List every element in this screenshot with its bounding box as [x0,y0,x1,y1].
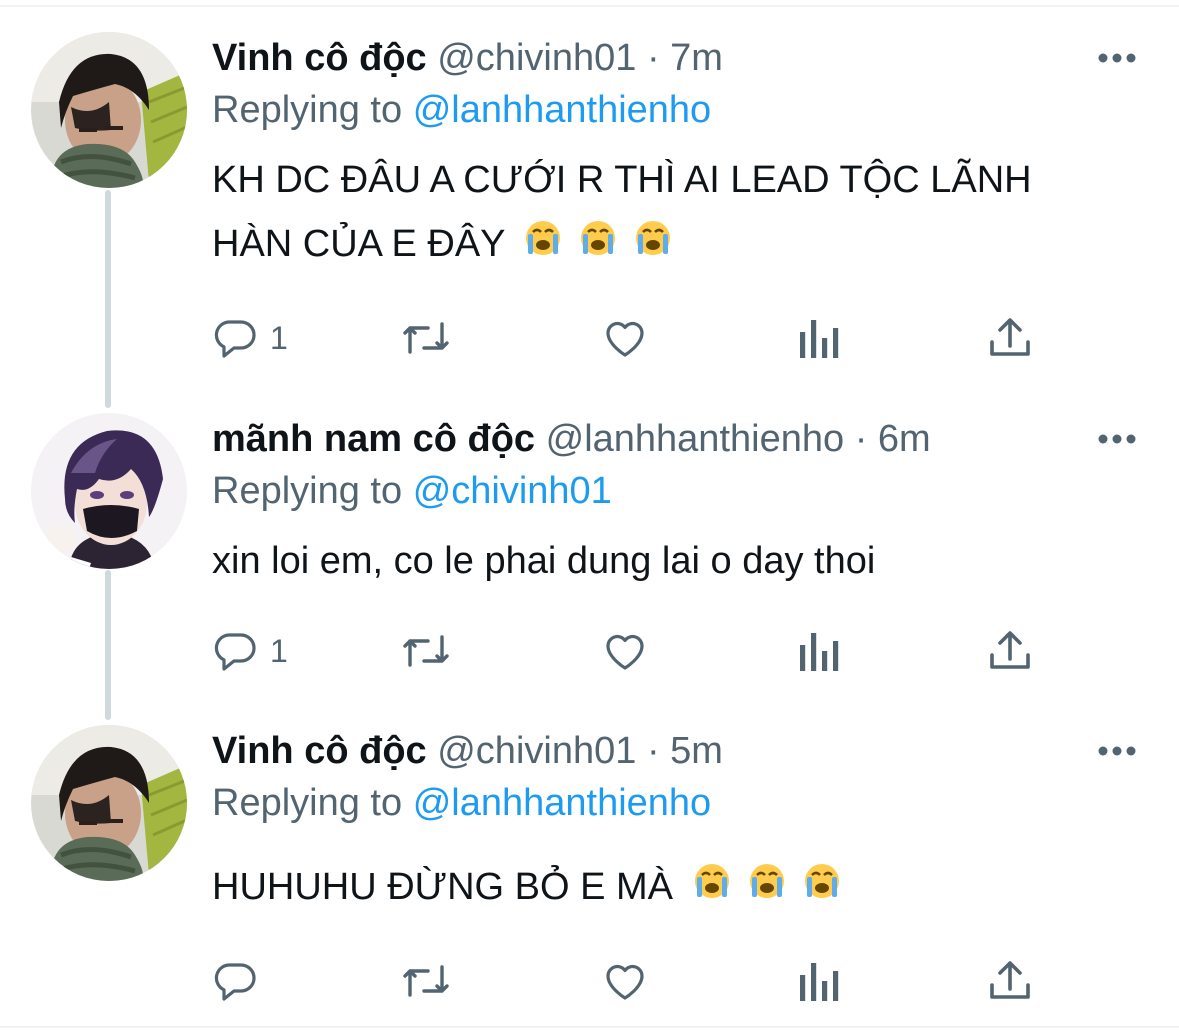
retweet-icon [403,635,449,667]
tweet-text-line: HÀN CỦA E ĐÂY [212,223,505,265]
retweet-icon [403,965,449,997]
avatar[interactable] [31,413,187,569]
share-icon [990,318,1030,356]
replying-prefix: Replying to [212,89,403,131]
analytics-icon [800,633,839,671]
heart-icon [606,964,644,1000]
share-icon [990,631,1030,669]
mention-link[interactable]: @lanhhanthienho [413,782,712,824]
like-button[interactable] [600,955,650,1007]
bottom-divider [0,1026,1179,1028]
separator-dot: · [854,418,868,460]
reply-count: 1 [270,319,288,356]
heart-icon [606,321,644,357]
top-divider [0,5,1179,7]
tweet[interactable]: mãnh nam cô độc @lanhhanthienho · 6m Rep… [0,413,1179,703]
share-button[interactable] [988,955,1032,1007]
loudly-crying-face-icon [523,214,673,278]
reply-icon [214,320,256,358]
tweet[interactable]: Vinh cô độc @chivinh01 · 5m Replying to … [0,725,1179,1015]
tweet[interactable]: Vinh cô độc @chivinh01 · 7m Replying to … [0,32,1179,402]
tweet-text: HUHUHU ĐỪNG BỎ E MÀ [212,855,842,921]
separator-dot: · [646,37,660,79]
replying-prefix: Replying to [212,470,403,512]
reply-button[interactable]: 1 [212,312,288,364]
tweet-actions: 1 [212,312,1052,364]
analytics-button[interactable] [798,625,840,677]
analytics-icon [800,963,839,1001]
reply-count: 1 [270,632,288,669]
more-icon[interactable] [1091,32,1143,84]
replying-to: Replying to @chivinh01 [212,465,612,517]
timestamp[interactable]: 7m [670,37,723,79]
replying-to: Replying to @lanhhanthienho [212,84,711,136]
share-button[interactable] [988,312,1032,364]
analytics-button[interactable] [798,312,840,364]
retweet-icon [403,322,449,354]
tweet-text-line: HUHUHU ĐỪNG BỎ E MÀ [212,866,674,908]
display-name[interactable]: Vinh cô độc [212,37,427,79]
display-name[interactable]: mãnh nam cô độc [212,418,535,460]
timestamp[interactable]: 6m [878,418,931,460]
handle[interactable]: @lanhhanthienho [546,418,845,460]
retweet-button[interactable] [400,625,452,677]
reply-icon [214,633,256,671]
share-button[interactable] [988,625,1032,677]
separator-dot: · [646,730,660,772]
share-icon [990,961,1030,999]
like-button[interactable] [600,625,650,677]
timestamp[interactable]: 5m [670,730,723,772]
tweet-text: KH DC ĐÂU A CƯỚI R THÌ AI LEAD TỘC LÃNH … [212,148,1032,278]
tweet-header: Vinh cô độc @chivinh01 · 5m [212,725,723,777]
reply-button[interactable]: 1 [212,625,288,677]
mention-link[interactable]: @chivinh01 [413,470,612,512]
loudly-crying-face-icon [692,857,842,921]
replying-prefix: Replying to [212,782,403,824]
tweet-header: Vinh cô độc @chivinh01 · 7m [212,32,723,84]
conversation-thread: Vinh cô độc @chivinh01 · 7m Replying to … [0,0,1179,1031]
like-button[interactable] [600,312,650,364]
analytics-icon [800,320,839,358]
reply-button[interactable] [212,955,270,1007]
tweet-text-line: KH DC ĐÂU A CƯỚI R THÌ AI LEAD TỘC LÃNH [212,159,1032,201]
mention-link[interactable]: @lanhhanthienho [413,89,712,131]
more-icon[interactable] [1091,725,1143,777]
retweet-button[interactable] [400,955,452,1007]
handle[interactable]: @chivinh01 [437,37,636,79]
handle[interactable]: @chivinh01 [437,730,636,772]
tweet-actions: 1 [212,625,1052,677]
avatar[interactable] [31,32,187,188]
tweet-actions [212,955,1052,1007]
more-icon[interactable] [1091,413,1143,465]
tweet-text: xin loi em, co le phai dung lai o day th… [212,529,875,593]
avatar[interactable] [31,725,187,881]
analytics-button[interactable] [798,955,840,1007]
replying-to: Replying to @lanhhanthienho [212,777,711,829]
tweet-header: mãnh nam cô độc @lanhhanthienho · 6m [212,413,931,465]
tweet-text-line: xin loi em, co le phai dung lai o day th… [212,540,876,582]
reply-icon [214,963,256,1001]
heart-icon [606,634,644,670]
display-name[interactable]: Vinh cô độc [212,730,427,772]
retweet-button[interactable] [400,312,452,364]
